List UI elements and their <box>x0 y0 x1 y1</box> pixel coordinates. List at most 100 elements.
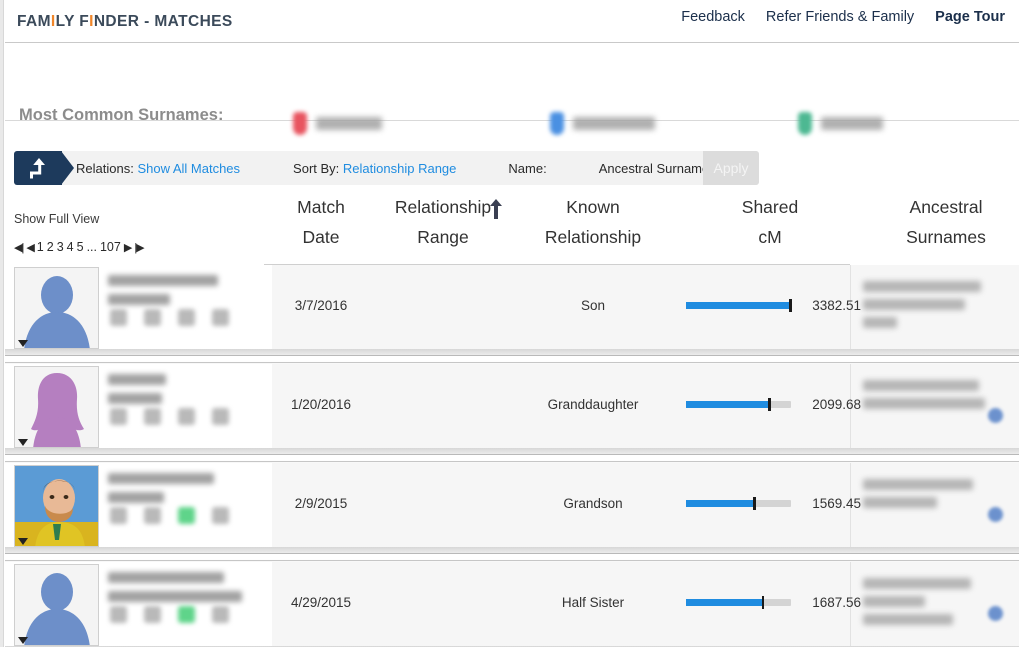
column-header-line2: Relationship <box>544 227 642 247</box>
avatar[interactable] <box>14 366 99 448</box>
matches-table: 3/7/2016 Son 3382.51 1/20/2016 Granddaughter… <box>5 265 1019 647</box>
nav-link-page-tour[interactable]: Page Tour <box>935 9 1005 25</box>
ancestral-match-badge-icon[interactable] <box>988 408 1003 423</box>
filter-sort-value[interactable]: Relationship Range <box>343 161 456 176</box>
page-gutter-left <box>0 0 4 647</box>
pagination-page-4[interactable]: 4 <box>67 240 74 254</box>
column-header-shared[interactable]: Shared cM <box>695 192 845 252</box>
pagination-page-1[interactable]: 1 <box>37 240 44 254</box>
column-header-known[interactable]: Known Relationship <box>498 192 688 252</box>
row-separator <box>5 448 1019 463</box>
surnames-label: Most Common Surnames: <box>19 106 224 124</box>
column-header-line2: Surnames <box>906 227 986 247</box>
avatar[interactable] <box>14 564 99 646</box>
shared-cm-bar-fill <box>686 302 791 309</box>
shared-cm-bar-tick <box>761 596 765 609</box>
table-row[interactable]: 1/20/2016 Granddaughter 2099.68 <box>5 364 1019 463</box>
tree-icon[interactable] <box>178 507 195 524</box>
column-header-relationship[interactable]: Relationship Range <box>373 192 513 252</box>
nav-link-refer-friends-family[interactable]: Refer Friends & Family <box>766 9 914 25</box>
shared-cm-bar-tick <box>768 398 771 411</box>
table-row[interactable]: 2/9/2015 Grandson 1569.45 <box>5 463 1019 562</box>
surname-item-1[interactable] <box>550 112 655 135</box>
cell-known-relationship: Granddaughter <box>547 397 639 412</box>
ancestral-surname-line <box>863 398 985 409</box>
table-row[interactable]: 3/7/2016 Son 3382.51 <box>5 265 1019 364</box>
up-arrow-turn-glyph <box>30 158 45 179</box>
cell-shared-cm: 2099.68 <box>686 397 861 412</box>
pagination-first[interactable]: ◀| <box>14 241 24 254</box>
profile-icon[interactable] <box>110 309 127 326</box>
apply-button[interactable]: Apply <box>703 151 759 185</box>
ancestral-surname-line <box>863 380 979 391</box>
chevron-down-icon[interactable] <box>18 340 28 347</box>
column-header-ancestral[interactable]: Ancestral Surnames <box>866 192 1019 252</box>
pagination: ◀| ◀ 1 2 3 4 5 ... 107 ▶ |▶ <box>14 240 145 254</box>
filter-relations: Relations: Show All Matches <box>76 161 240 176</box>
pagination-page-5[interactable]: 5 <box>77 240 84 254</box>
profile-icon[interactable] <box>110 408 127 425</box>
nav-link-feedback[interactable]: Feedback <box>681 9 745 25</box>
surname-name <box>821 117 883 130</box>
column-header-line2: Range <box>417 227 469 247</box>
note-icon[interactable] <box>212 507 229 524</box>
surname-item-2[interactable] <box>798 112 883 135</box>
profile-icon[interactable] <box>110 507 127 524</box>
chevron-down-icon[interactable] <box>18 439 28 446</box>
match-action-icons <box>110 408 229 425</box>
table-row[interactable]: 4/29/2015 Half Sister 1687.56 <box>5 562 1019 647</box>
message-icon[interactable] <box>144 606 161 623</box>
note-icon[interactable] <box>212 408 229 425</box>
filter-toolbar-wrap: Relations: Show All Matches Sort By: Rel… <box>5 148 1019 188</box>
up-arrow-turn-icon[interactable] <box>14 151 74 185</box>
surname-marker-icon <box>550 112 564 135</box>
cell-known-relationship: Grandson <box>563 496 623 511</box>
cell-shared-cm: 1569.45 <box>686 496 861 511</box>
pagination-page-3[interactable]: 3 <box>57 240 64 254</box>
tree-icon[interactable] <box>178 408 195 425</box>
show-full-view-link[interactable]: Show Full View <box>14 212 99 226</box>
ancestral-surname-line <box>863 614 953 625</box>
cell-shared-cm: 3382.51 <box>686 298 861 313</box>
pagination-last[interactable]: |▶ <box>134 241 144 254</box>
tree-icon[interactable] <box>178 309 195 326</box>
ancestral-match-badge-icon[interactable] <box>988 507 1003 522</box>
column-header-match[interactable]: Match Date <box>251 192 391 252</box>
pagination-page-2[interactable]: 2 <box>47 240 54 254</box>
note-icon[interactable] <box>212 606 229 623</box>
pagination-prev[interactable]: ◀ <box>26 241 35 254</box>
logo-text-4: MATCHES <box>154 13 233 30</box>
message-icon[interactable] <box>144 408 161 425</box>
surname-item-0[interactable] <box>293 112 382 135</box>
pagination-last-page[interactable]: 107 <box>100 240 121 254</box>
chevron-down-icon[interactable] <box>18 637 28 644</box>
page-header: FAMILY FINDER - MATCHES Feedback Refer F… <box>5 0 1019 43</box>
surname-name <box>573 117 655 130</box>
cell-match-date: 4/29/2015 <box>290 595 352 610</box>
message-icon[interactable] <box>144 309 161 326</box>
match-action-icons <box>110 606 229 623</box>
message-icon[interactable] <box>144 507 161 524</box>
filter-relations-label: Relations: <box>76 160 134 176</box>
match-action-icons <box>110 309 229 326</box>
tree-icon[interactable] <box>178 606 195 623</box>
match-name-line <box>108 591 242 602</box>
match-name-line <box>108 393 162 404</box>
profile-icon[interactable] <box>110 606 127 623</box>
filter-relations-value[interactable]: Show All Matches <box>137 161 240 176</box>
ancestral-match-badge-icon[interactable] <box>988 606 1003 621</box>
cell-match-date: 1/20/2016 <box>290 397 352 412</box>
column-header-line2: Date <box>302 227 340 247</box>
column-header-line1: Ancestral <box>909 197 983 217</box>
header-nav: Feedback Refer Friends & Family Page Tou… <box>681 9 1005 25</box>
matches-page: FAMILY FINDER - MATCHES Feedback Refer F… <box>0 0 1019 647</box>
chevron-down-icon[interactable] <box>18 538 28 545</box>
avatar[interactable] <box>14 465 99 547</box>
avatar[interactable] <box>14 267 99 349</box>
ancestral-surname-line <box>863 281 981 292</box>
filter-name-label[interactable]: Name: <box>508 161 546 176</box>
note-icon[interactable] <box>212 309 229 326</box>
pagination-next[interactable]: ▶ <box>124 241 133 254</box>
filter-ancestral-surnames-label[interactable]: Ancestral Surnames: <box>599 161 720 176</box>
shared-cm-value: 3382.51 <box>812 298 861 313</box>
